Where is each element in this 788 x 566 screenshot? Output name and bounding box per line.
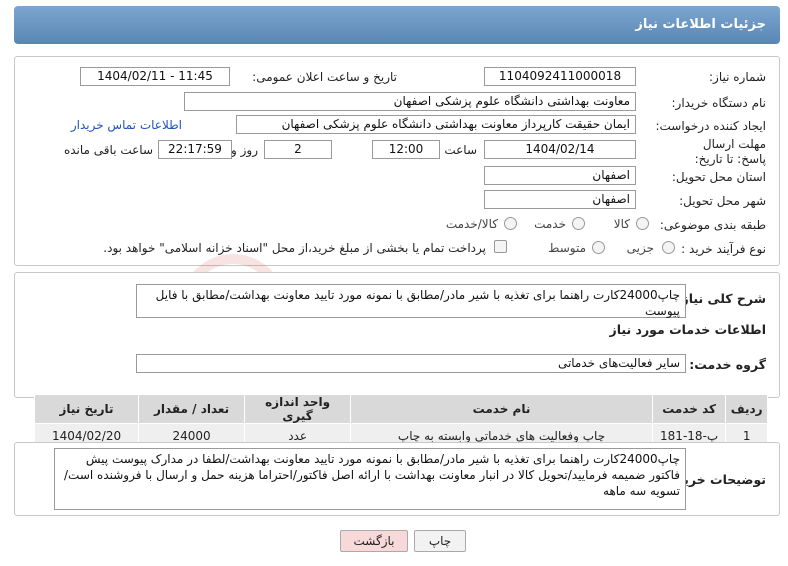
buyer-label: نام دستگاه خریدار: <box>671 96 767 110</box>
services-table: ردیف کد خدمت نام خدمت واحد اندازه گیری ت… <box>33 394 768 448</box>
category-service-radio[interactable] <box>572 217 585 230</box>
category-goods-radio[interactable] <box>636 217 649 230</box>
requester-field: ایمان حقیقت کارپرداز معاونت بهداشتی دانش… <box>236 115 636 134</box>
city-label: شهر محل تحویل: <box>679 194 766 208</box>
category-goods-service-label: کالا/خدمت <box>445 217 498 231</box>
remaining-days-field: 2 <box>264 140 332 159</box>
category-label: طبقه بندی موضوعی: <box>659 218 766 232</box>
col-qty: تعداد / مقدار <box>138 394 246 424</box>
process-minor-label: جزیی <box>626 241 654 255</box>
col-date: تاریخ نیاز <box>33 394 140 424</box>
deadline-time-label: ساعت <box>444 143 477 157</box>
treasury-note: پرداخت تمام یا بخشی از مبلغ خرید،از محل … <box>103 241 486 255</box>
col-code: کد خدمت <box>651 394 727 424</box>
service-group-field: سایر فعالیت‌های خدماتی <box>136 354 686 373</box>
process-label: نوع فرآیند خرید : <box>681 242 766 256</box>
col-row: ردیف <box>725 394 768 424</box>
need-info-panel <box>14 56 780 266</box>
treasury-checkbox[interactable] <box>494 240 507 253</box>
days-label: روز و <box>231 143 258 157</box>
print-button[interactable]: چاپ <box>414 530 466 552</box>
remaining-label: ساعت باقی مانده <box>63 143 153 157</box>
process-medium-radio[interactable] <box>592 241 605 254</box>
header-bar: جزئیات اطلاعات نیاز <box>14 6 780 44</box>
service-group-label: گروه خدمت: <box>689 357 766 372</box>
province-label: استان محل تحویل: <box>671 170 766 184</box>
table-header-row: ردیف کد خدمت نام خدمت واحد اندازه گیری ت… <box>33 394 768 424</box>
col-unit: واحد اندازه گیری <box>244 394 352 424</box>
province-field: اصفهان <box>484 166 636 185</box>
announce-date-field: 1404/02/11 - 11:45 <box>80 67 230 86</box>
deadline-date-field: 1404/02/14 <box>484 140 636 159</box>
category-goods-service-radio[interactable] <box>504 217 517 230</box>
category-goods-label: کالا <box>613 217 630 231</box>
buyer-notes-textarea[interactable]: چاپ24000کارت راهنما برای تغذیه با شیر ما… <box>54 448 686 510</box>
need-number-label: شماره نیاز: <box>709 70 766 84</box>
deadline-time-field: 12:00 <box>372 140 440 159</box>
page-title: جزئیات اطلاعات نیاز <box>635 17 766 32</box>
summary-textarea[interactable]: چاپ24000کارت راهنما برای تغذیه با شیر ما… <box>136 284 686 318</box>
need-number-field: 1104092411000018 <box>484 67 636 86</box>
city-field: اصفهان <box>484 190 636 209</box>
process-minor-radio[interactable] <box>662 241 675 254</box>
announce-date-label: تاریخ و ساعت اعلان عمومی: <box>252 70 397 84</box>
category-service-label: خدمت <box>534 217 566 231</box>
services-section-title: اطلاعات خدمات مورد نیاز <box>609 322 767 337</box>
deadline-label: مهلت ارسال پاسخ: تا تاریخ: <box>694 137 766 166</box>
col-name: نام خدمت <box>350 394 653 424</box>
requester-label: ایجاد کننده درخواست: <box>655 119 766 133</box>
buyer-contact-link[interactable]: اطلاعات تماس خریدار <box>71 118 182 132</box>
summary-label: شرح کلی نیاز: <box>676 291 766 306</box>
back-button[interactable]: بازگشت <box>340 530 408 552</box>
process-medium-label: متوسط <box>548 241 586 255</box>
remaining-time-field: 22:17:59 <box>158 140 232 159</box>
buyer-field: معاونت بهداشتی دانشگاه علوم پزشکی اصفهان <box>184 92 636 111</box>
